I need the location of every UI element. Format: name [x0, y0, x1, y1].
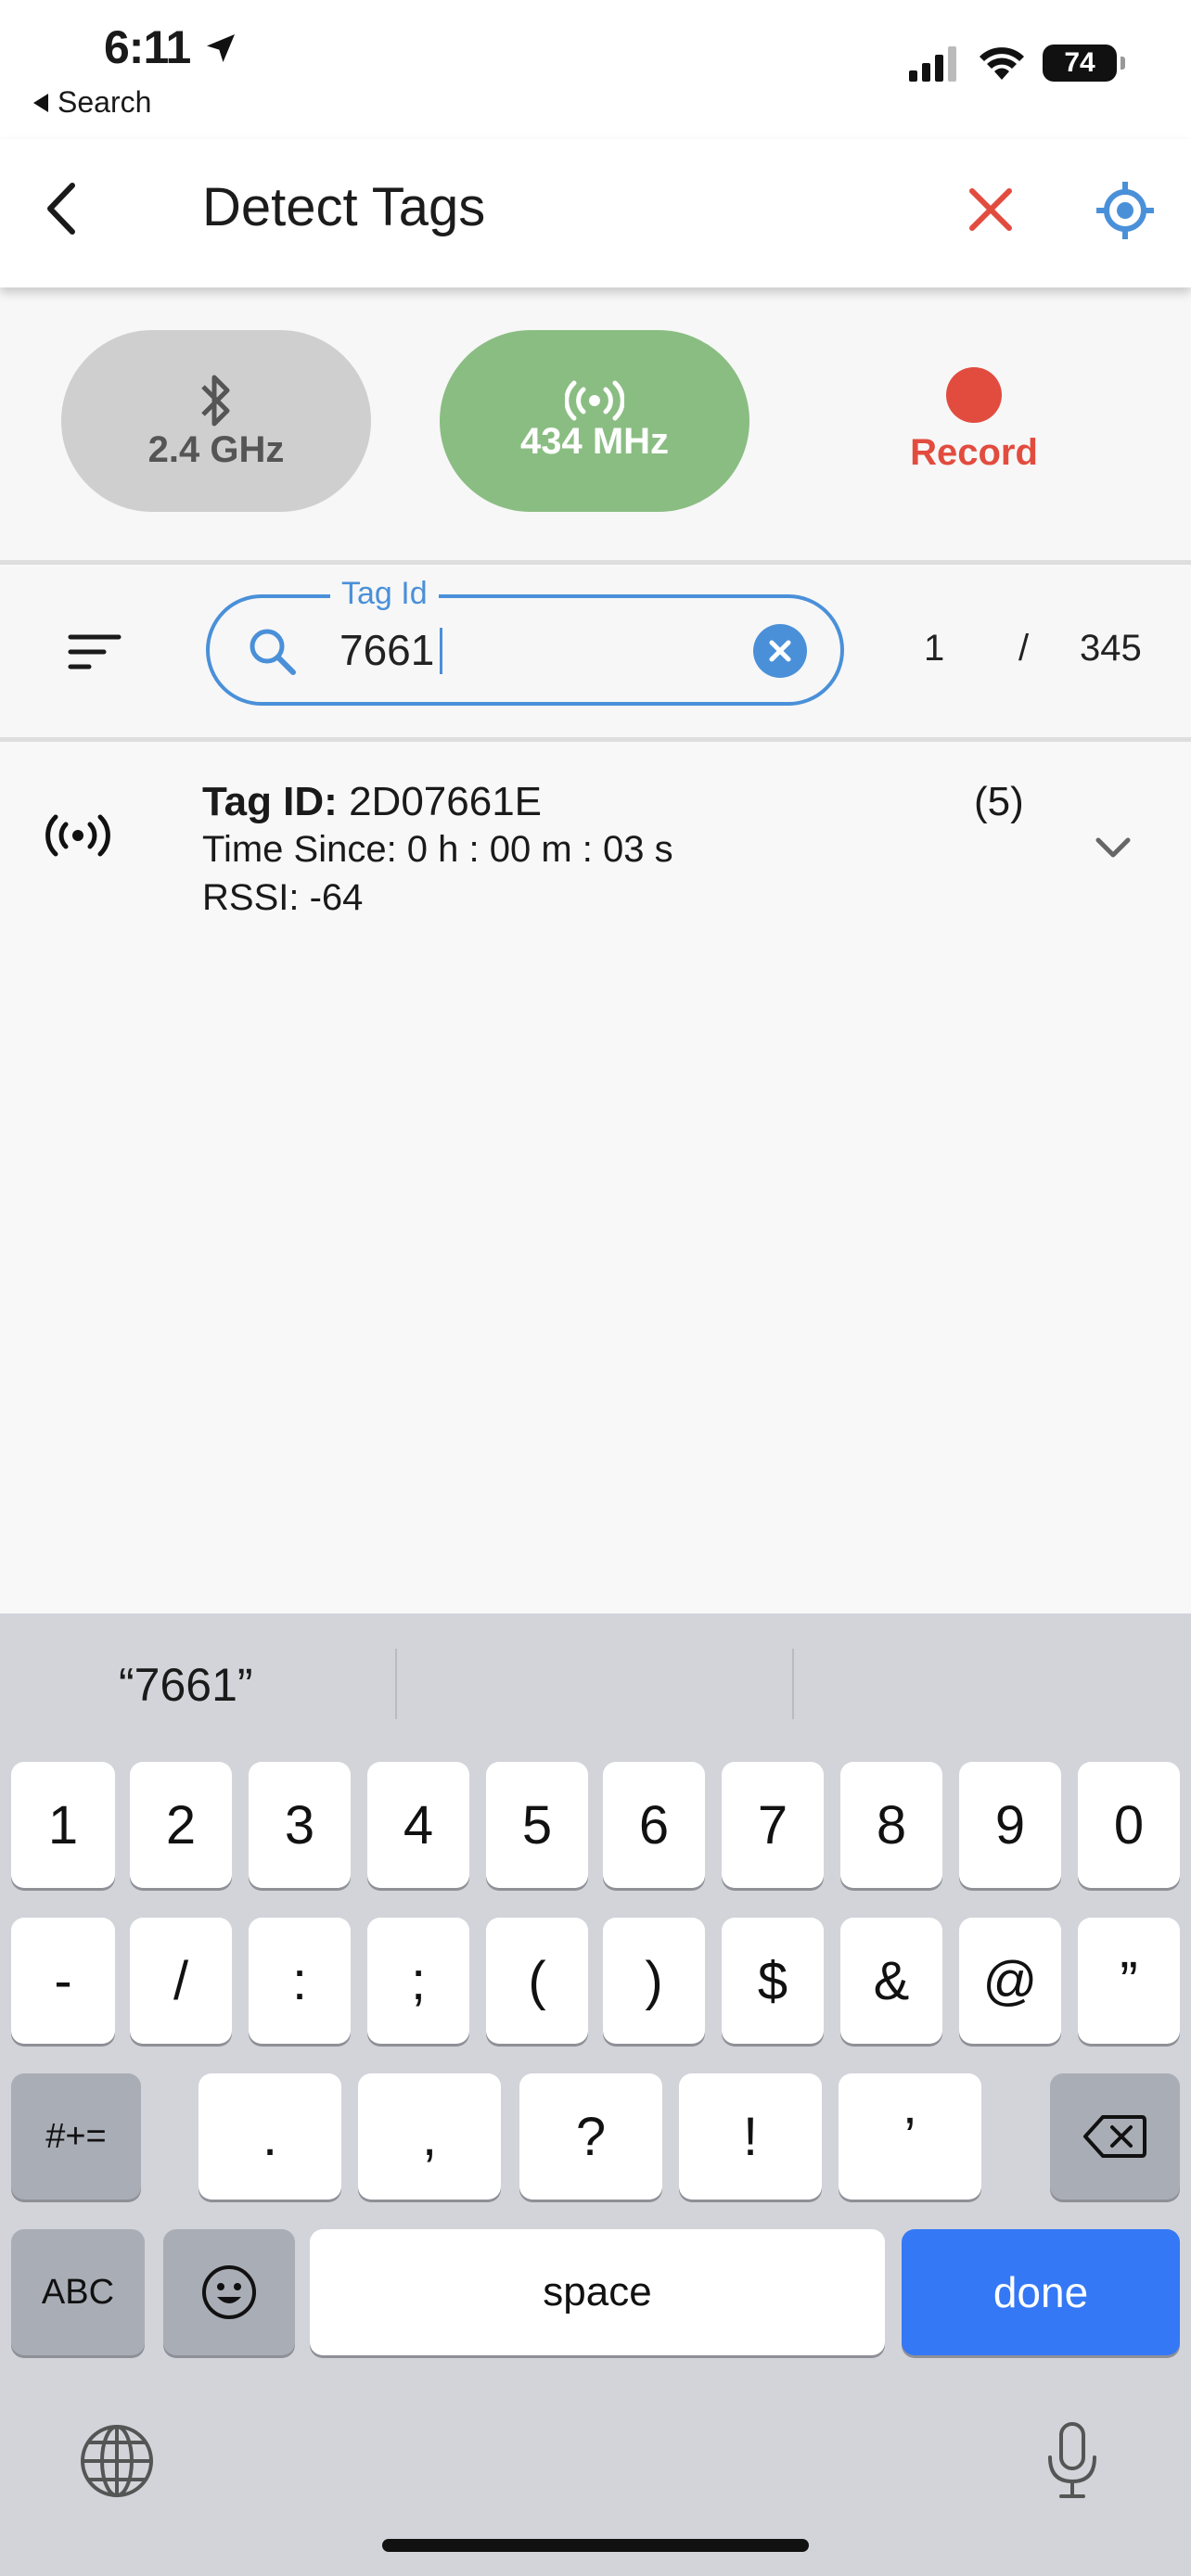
key-slash[interactable]: /: [130, 1918, 232, 2044]
radio-mode-label: 434 MHz: [519, 420, 670, 462]
key-period[interactable]: .: [198, 2073, 341, 2200]
radio-signal-icon: [565, 380, 624, 420]
space-key[interactable]: space: [310, 2229, 885, 2355]
key-0[interactable]: 0: [1078, 1762, 1180, 1888]
location-arrow-icon: [207, 34, 235, 62]
suggestion-divider: [792, 1649, 794, 1719]
result-total: 345: [1080, 628, 1142, 669]
emoji-key[interactable]: [163, 2229, 295, 2355]
key-9[interactable]: 9: [959, 1762, 1061, 1888]
home-indicator: [382, 2539, 809, 2552]
key-1[interactable]: 1: [11, 1762, 115, 1888]
key-open-paren[interactable]: (: [486, 1918, 588, 2044]
backspace-icon: [1083, 2115, 1146, 2158]
keyboard: “7661” 1 2 3 4 5 6 7 8 9 0 - / : ; ( ) $…: [0, 1613, 1191, 2576]
battery-indicator: 74: [1043, 45, 1125, 82]
back-to-app-link[interactable]: Search: [33, 85, 151, 120]
clear-input-icon[interactable]: [753, 624, 807, 678]
key-2[interactable]: 2: [130, 1762, 232, 1888]
key-exclamation[interactable]: !: [679, 2073, 822, 2200]
app-bar: Detect Tags: [0, 139, 1191, 287]
tag-id-field-label: Tag Id: [330, 576, 439, 612]
page-title: Detect Tags: [202, 177, 486, 237]
rssi-text: RSSI: -64: [202, 877, 364, 918]
status-indicators: 74: [907, 45, 1125, 82]
sort-icon[interactable]: [67, 631, 122, 672]
suggestion-bar: “7661”: [0, 1613, 1191, 1762]
abc-key[interactable]: ABC: [11, 2229, 145, 2355]
tag-id-text: Tag ID: 2D07661E: [202, 779, 542, 825]
chevron-down-icon[interactable]: [1095, 835, 1132, 861]
key-comma[interactable]: ,: [358, 2073, 501, 2200]
status-bar: 6:11 Search 74: [0, 0, 1191, 139]
wifi-icon: [980, 47, 1024, 80]
globe-icon[interactable]: [78, 2422, 156, 2500]
key-5[interactable]: 5: [486, 1762, 588, 1888]
bluetooth-mode-button[interactable]: 2.4 GHz: [61, 330, 371, 512]
key-ampersand[interactable]: &: [840, 1918, 942, 2044]
detection-count: (5): [974, 779, 1024, 824]
result-index: 1: [924, 628, 945, 669]
bluetooth-icon: [201, 375, 230, 426]
suggestion-divider: [395, 1649, 397, 1719]
pager-separator: /: [1018, 628, 1030, 669]
tag-id-value: 2D07661E: [349, 779, 543, 824]
back-app-label: Search: [58, 85, 152, 119]
key-3[interactable]: 3: [249, 1762, 351, 1888]
signal-icon: [909, 46, 956, 82]
close-icon[interactable]: [961, 180, 1020, 239]
record-button[interactable]: Record: [890, 367, 1057, 474]
record-dot-icon: [946, 367, 1002, 423]
tag-id-input[interactable]: [339, 615, 729, 685]
bluetooth-mode-label: 2.4 GHz: [147, 428, 285, 470]
tag-id-label: Tag ID:: [202, 779, 338, 824]
radio-mode-button[interactable]: 434 MHz: [440, 330, 749, 512]
back-arrow-icon[interactable]: [35, 176, 91, 241]
key-close-paren[interactable]: ): [603, 1918, 705, 2044]
delete-key[interactable]: [1050, 2073, 1180, 2200]
text-caret: [440, 628, 442, 674]
key-hyphen[interactable]: -: [11, 1918, 115, 2044]
key-semicolon[interactable]: ;: [367, 1918, 469, 2044]
mode-bar: 2.4 GHz 434 MHz Record: [0, 287, 1191, 562]
search-icon: [250, 629, 296, 675]
record-label: Record: [910, 432, 1038, 473]
key-apostrophe[interactable]: ’: [839, 2073, 981, 2200]
emoji-icon: [202, 2265, 256, 2319]
back-triangle-icon: [33, 93, 48, 112]
key-question[interactable]: ?: [519, 2073, 662, 2200]
status-time: 6:11: [104, 21, 191, 73]
more-symbols-key[interactable]: #+=: [11, 2073, 141, 2200]
key-4[interactable]: 4: [367, 1762, 469, 1888]
search-row: Tag Id 1 / 345: [0, 567, 1191, 737]
key-at[interactable]: @: [959, 1918, 1061, 2044]
key-dollar[interactable]: $: [722, 1918, 824, 2044]
done-key[interactable]: done: [902, 2229, 1180, 2355]
tag-id-field: Tag Id: [206, 576, 844, 706]
key-quote[interactable]: ”: [1078, 1918, 1180, 2044]
radio-signal-icon: [45, 814, 110, 857]
key-colon[interactable]: :: [249, 1918, 351, 2044]
microphone-icon[interactable]: [1043, 2420, 1102, 2500]
suggestion-item[interactable]: “7661”: [119, 1658, 253, 1712]
list-item[interactable]: Tag ID: 2D07661E Time Since: 0 h : 00 m …: [0, 742, 1191, 927]
key-7[interactable]: 7: [722, 1762, 824, 1888]
time-since-text: Time Since: 0 h : 00 m : 03 s: [202, 829, 673, 870]
key-6[interactable]: 6: [603, 1762, 705, 1888]
locate-icon[interactable]: [1095, 180, 1156, 241]
divider: [0, 560, 1191, 565]
key-8[interactable]: 8: [840, 1762, 942, 1888]
